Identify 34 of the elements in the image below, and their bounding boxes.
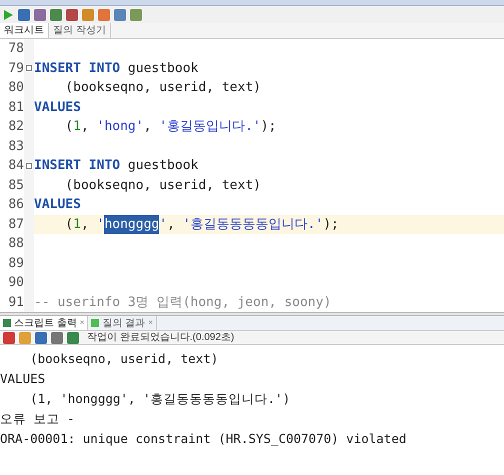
run-icon[interactable] — [3, 8, 14, 20]
line-number: 80 — [8, 79, 24, 97]
line-number: 83 — [8, 138, 24, 156]
output-line: (1, 'hongggg', '홍길동동동동입니다.') — [29, 390, 292, 408]
line-number: 82 — [8, 118, 24, 136]
output-line: ORA-00001: unique constraint (HR.SYS_C007070) violated — [0, 430, 408, 448]
line-number: 89 — [8, 254, 24, 272]
output-line: (bookseqno, userid, text) — [29, 350, 220, 368]
code-line: -- userinfo 3명 입력(hong, jeon, soony) — [34, 294, 332, 312]
output-line: VALUES — [0, 370, 46, 388]
output-tab[interactable]: 스크립트 출력 × — [0, 316, 88, 330]
line-number: 85 — [8, 176, 24, 194]
output-tab[interactable]: 질의 결과 × — [88, 316, 157, 330]
code-line: (bookseqno, userid, text) — [64, 176, 262, 194]
line-number: 84 — [8, 157, 24, 175]
line-number: 78 — [8, 40, 24, 58]
status-text: 작업이 완료되었습니다.(0.092초) — [87, 331, 234, 345]
code-line: (1, 'hong', '홍길동입니다.'); — [64, 118, 278, 136]
line-number: 87 — [8, 216, 24, 234]
line-number: 86 — [8, 196, 24, 214]
code-line: VALUES — [34, 196, 82, 214]
code-line: (bookseqno, userid, text) — [64, 79, 262, 97]
line-number: 91 — [8, 294, 24, 312]
line-number: 90 — [8, 274, 24, 292]
code-line: INSERT INTO guestbook — [34, 157, 200, 175]
code-line: VALUES — [34, 98, 82, 116]
editor-tab[interactable]: 워크시트 — [0, 23, 49, 38]
fold-toggle[interactable] — [26, 65, 32, 72]
fold-toggle[interactable] — [26, 162, 32, 169]
output-line: 오류 보고 - — [0, 410, 76, 428]
line-number: 88 — [8, 235, 24, 253]
line-number: 79 — [8, 60, 24, 78]
line-number: 81 — [8, 98, 24, 116]
code-line: INSERT INTO guestbook — [34, 60, 200, 78]
